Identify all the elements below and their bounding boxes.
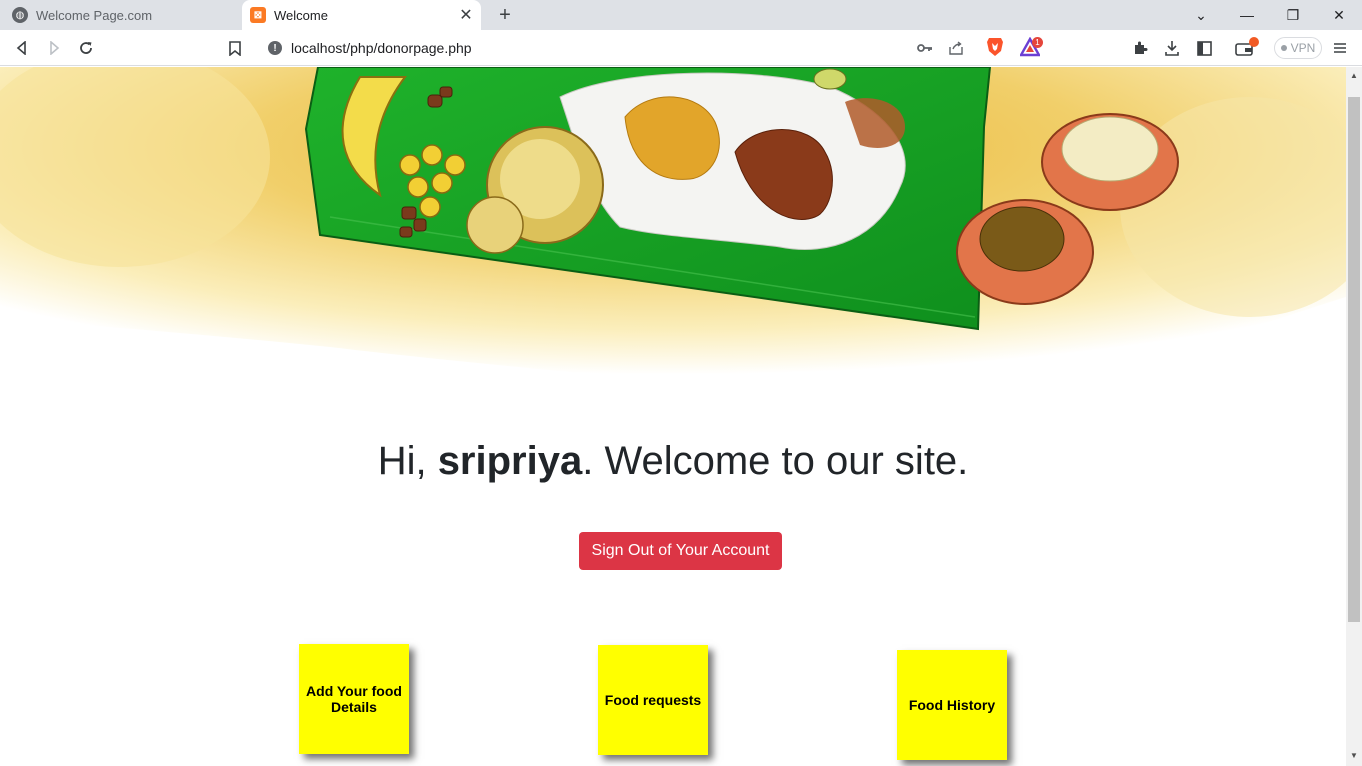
sign-out-button[interactable]: Sign Out of Your Account [579,532,782,570]
reload-icon[interactable] [73,35,99,61]
download-icon[interactable] [1159,35,1185,61]
scroll-up-arrow-icon[interactable]: ▲ [1350,71,1358,80]
page-scrollbar[interactable]: ▲ ▼ [1346,67,1362,766]
key-icon[interactable] [912,35,938,61]
greeting-suffix: . Welcome to our site. [582,439,969,483]
tab-search-icon[interactable]: ⌄ [1178,0,1224,30]
username: sripriya [437,439,583,483]
vpn-label: VPN [1290,41,1316,55]
hero-food-banner [0,67,1346,391]
globe-icon: ◍ [12,7,28,23]
site-info-icon[interactable]: ! [268,41,282,55]
tab-strip: ◍ Welcome Page.com ⊠ Welcome ✕ + ⌄ — ❐ ✕ [0,0,1362,30]
forward-icon[interactable] [41,35,67,61]
extensions-icon[interactable] [1127,35,1153,61]
vpn-button[interactable]: VPN [1274,37,1322,59]
minimize-button[interactable]: — [1224,0,1270,30]
vpn-status-dot [1280,45,1287,51]
close-window-button[interactable]: ✕ [1316,0,1362,30]
close-tab-icon[interactable]: ✕ [457,6,475,24]
wallet-alert-dot [1249,37,1259,47]
food-history-card[interactable]: Food History [897,650,1007,760]
greeting-prefix: Hi, [377,439,438,483]
scroll-down-arrow-icon[interactable]: ▼ [1350,751,1358,760]
restore-button[interactable]: ❐ [1270,0,1316,30]
browser-toolbar: ! localhost/php/donorpage.php 1 VPN [0,30,1362,66]
welcome-heading: Hi, sripriya. Welcome to our site. [0,439,1346,484]
sidebar-icon[interactable] [1191,35,1217,61]
notification-badge: 1 [1032,37,1043,48]
address-bar[interactable]: ! localhost/php/donorpage.php [258,33,1048,63]
new-tab-button[interactable]: + [494,3,516,27]
share-icon[interactable] [943,35,969,61]
page-viewport: Hi, sripriya. Welcome to our site. Sign … [0,67,1346,766]
xampp-icon: ⊠ [250,7,266,23]
back-icon[interactable] [9,35,35,61]
add-food-details-card[interactable]: Add Your food Details [299,644,409,754]
brave-shields-icon[interactable] [986,37,1004,57]
tab-title: Welcome Page.com [36,7,153,23]
tab-welcome[interactable]: ⊠ Welcome ✕ [242,0,481,30]
bookmark-icon[interactable] [222,35,248,61]
tab-welcome-page-com[interactable]: ◍ Welcome Page.com [0,0,240,30]
url-text[interactable]: localhost/php/donorpage.php [291,40,472,56]
tab-title: Welcome [274,7,328,23]
menu-icon[interactable] [1327,35,1353,61]
scrollbar-thumb[interactable] [1348,97,1360,622]
food-requests-card[interactable]: Food requests [598,645,708,755]
